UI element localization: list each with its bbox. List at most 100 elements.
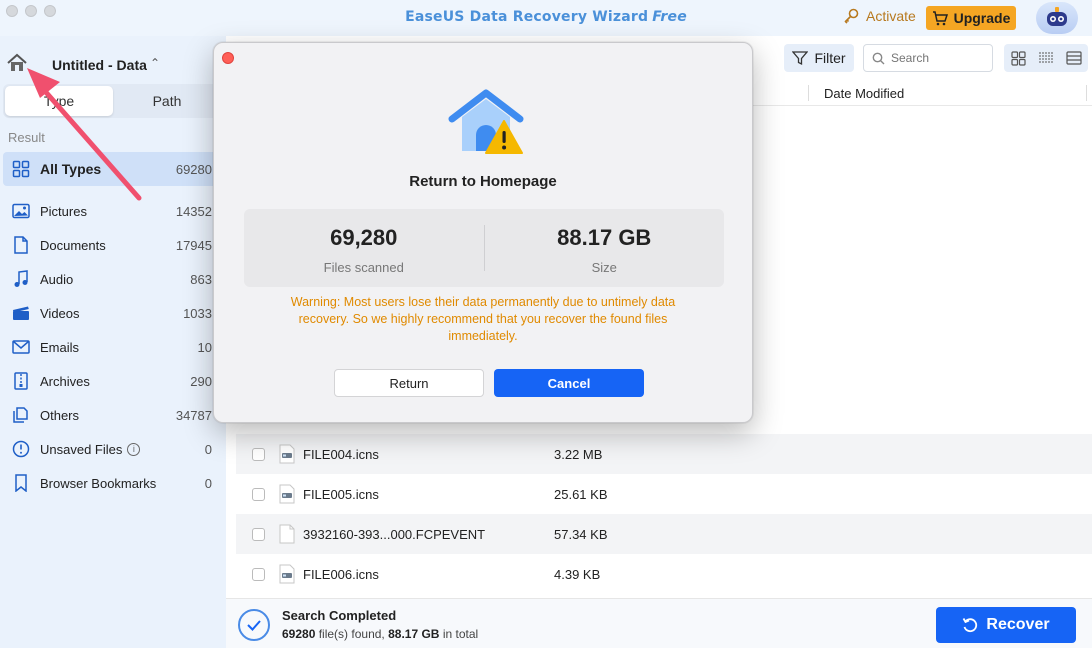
archive-icon xyxy=(14,372,28,390)
warning-text: Warning: Most users lose their data perm… xyxy=(290,295,676,343)
row-checkbox[interactable] xyxy=(252,487,265,501)
key-icon xyxy=(844,8,859,24)
bookmark-icon xyxy=(15,474,27,492)
sidebar-item-count: 0 xyxy=(204,441,212,457)
sidebar-item-audio[interactable]: Audio 863 xyxy=(0,262,226,296)
recover-label: Recover xyxy=(986,616,1050,633)
column-date-modified[interactable]: Date Modified xyxy=(824,86,904,101)
file-size: 3.22 MB xyxy=(554,446,603,462)
file-name: 3932160-393...000.FCPEVENT xyxy=(303,526,486,542)
found-count: 69280 xyxy=(282,627,316,641)
files-scanned-value: 69,280 xyxy=(330,225,398,250)
sidebar-item-archives[interactable]: Archives 290 xyxy=(0,364,226,398)
row-checkbox[interactable] xyxy=(252,567,265,581)
row-checkbox[interactable] xyxy=(252,447,265,461)
list-view-button[interactable] xyxy=(1032,44,1060,72)
sidebar-item-unsaved-files[interactable]: Unsaved Files i 0 xyxy=(0,432,226,466)
sidebar-item-count: 863 xyxy=(190,271,212,287)
view-mode-tabs: Type Path xyxy=(3,84,223,118)
cart-icon xyxy=(932,11,948,26)
sidebar-item-label: Documents xyxy=(40,237,106,253)
upgrade-button[interactable]: Upgrade xyxy=(926,6,1016,30)
sidebar-item-emails[interactable]: Emails 10 xyxy=(0,330,226,364)
clapperboard-icon xyxy=(13,306,29,320)
sidebar-item-label: Unsaved Files xyxy=(40,441,123,457)
filter-button[interactable]: Filter xyxy=(784,44,854,72)
view-mode-toggle xyxy=(1004,44,1088,72)
grid-view-button[interactable] xyxy=(1004,44,1032,72)
file-type-nav: All Types 69280 Pictures 14352 Documents… xyxy=(0,152,226,500)
others-icon xyxy=(13,407,28,423)
upgrade-label: Upgrade xyxy=(953,10,1011,26)
tab-path[interactable]: Path xyxy=(113,86,221,116)
sidebar-item-count: 34787 xyxy=(175,407,212,423)
file-name: FILE006.icns xyxy=(303,566,379,582)
home-icon[interactable] xyxy=(6,52,28,74)
sidebar: Untitled - Data ⌃ Type Path Result All T… xyxy=(0,36,226,648)
status-summary: 69280 file(s) found, 88.17 GB in total xyxy=(282,627,478,641)
table-row[interactable]: FILE005.icns 25.61 KB xyxy=(236,474,1092,514)
sidebar-item-count: 290 xyxy=(190,373,212,389)
home-warning-icon xyxy=(448,89,524,154)
app-edition: Free xyxy=(652,9,687,25)
sidebar-item-count: 17945 xyxy=(175,237,212,253)
info-icon[interactable]: i xyxy=(127,442,141,456)
table-row[interactable]: 3932160-393...000.FCPEVENT 57.34 KB xyxy=(236,514,1092,554)
mail-icon xyxy=(12,340,30,354)
recover-button[interactable]: Recover xyxy=(936,607,1076,643)
icns-file-icon xyxy=(279,564,295,584)
result-section-label: Result xyxy=(8,130,45,145)
blank-file-icon xyxy=(279,524,295,544)
row-checkbox[interactable] xyxy=(252,527,265,541)
sidebar-item-label: Pictures xyxy=(40,203,87,219)
music-icon xyxy=(14,270,28,287)
scan-stats: 69,280 Files scanned 88.17 GB Size xyxy=(244,209,724,287)
sidebar-item-videos[interactable]: Videos 1033 xyxy=(0,296,226,330)
dialog-close-button[interactable] xyxy=(222,52,234,64)
app-title-text: EaseUS Data Recovery Wizard xyxy=(405,9,649,25)
drive-selector-chevron-icon[interactable]: ⌃ xyxy=(150,56,160,70)
column-separator[interactable] xyxy=(1086,85,1087,101)
return-button[interactable]: Return xyxy=(334,369,484,397)
search-input[interactable] xyxy=(891,51,981,65)
sidebar-item-documents[interactable]: Documents 17945 xyxy=(0,228,226,262)
sidebar-item-label: Browser Bookmarks xyxy=(40,475,157,491)
image-icon xyxy=(12,203,30,219)
activate-link[interactable]: Activate xyxy=(842,7,916,25)
file-name: FILE005.icns xyxy=(303,486,379,502)
size-value: 88.17 GB xyxy=(557,225,652,250)
file-name: FILE004.icns xyxy=(303,446,379,462)
icns-file-icon xyxy=(279,484,295,504)
table-row[interactable]: FILE004.icns 3.22 MB xyxy=(236,434,1092,474)
sidebar-item-browser-bookmarks[interactable]: Browser Bookmarks 0 xyxy=(0,466,226,500)
size-label: Size xyxy=(591,260,617,275)
file-size: 4.39 KB xyxy=(554,566,601,582)
dialog-title: Return to Homepage xyxy=(409,173,557,190)
sidebar-item-label: Others xyxy=(40,407,80,423)
sidebar-item-count: 1033 xyxy=(183,305,212,321)
list-view-icon xyxy=(1039,52,1053,63)
cancel-button[interactable]: Cancel xyxy=(494,369,644,397)
sidebar-item-pictures[interactable]: Pictures 14352 xyxy=(0,194,226,228)
detail-view-button[interactable] xyxy=(1060,44,1088,72)
search-box[interactable] xyxy=(863,44,993,72)
drive-name[interactable]: Untitled - Data xyxy=(52,57,147,73)
sidebar-item-label: Audio xyxy=(40,271,74,287)
size-stat: 88.17 GB Size xyxy=(485,209,725,287)
robot-avatar-icon xyxy=(1047,7,1067,26)
sidebar-item-label: Videos xyxy=(40,305,80,321)
sidebar-item-count: 14352 xyxy=(175,203,212,219)
table-row[interactable]: FILE006.icns 4.39 KB xyxy=(236,554,1092,594)
sidebar-item-all-types[interactable]: All Types 69280 xyxy=(3,152,226,186)
sidebar-item-count: 10 xyxy=(197,339,212,355)
filter-icon xyxy=(792,51,809,66)
sidebar-item-others[interactable]: Others 34787 xyxy=(0,398,226,432)
return-to-homepage-dialog: Return to Homepage 69,280 Files scanned … xyxy=(213,42,753,423)
tab-type[interactable]: Type xyxy=(5,86,113,116)
recover-icon xyxy=(963,618,978,633)
column-separator[interactable] xyxy=(808,85,809,101)
activate-label: Activate xyxy=(866,8,916,24)
avatar[interactable] xyxy=(1036,2,1078,34)
title-bar: EaseUS Data Recovery Wizard Free Activate… xyxy=(0,0,1092,36)
unsaved-files-icon xyxy=(12,440,30,458)
